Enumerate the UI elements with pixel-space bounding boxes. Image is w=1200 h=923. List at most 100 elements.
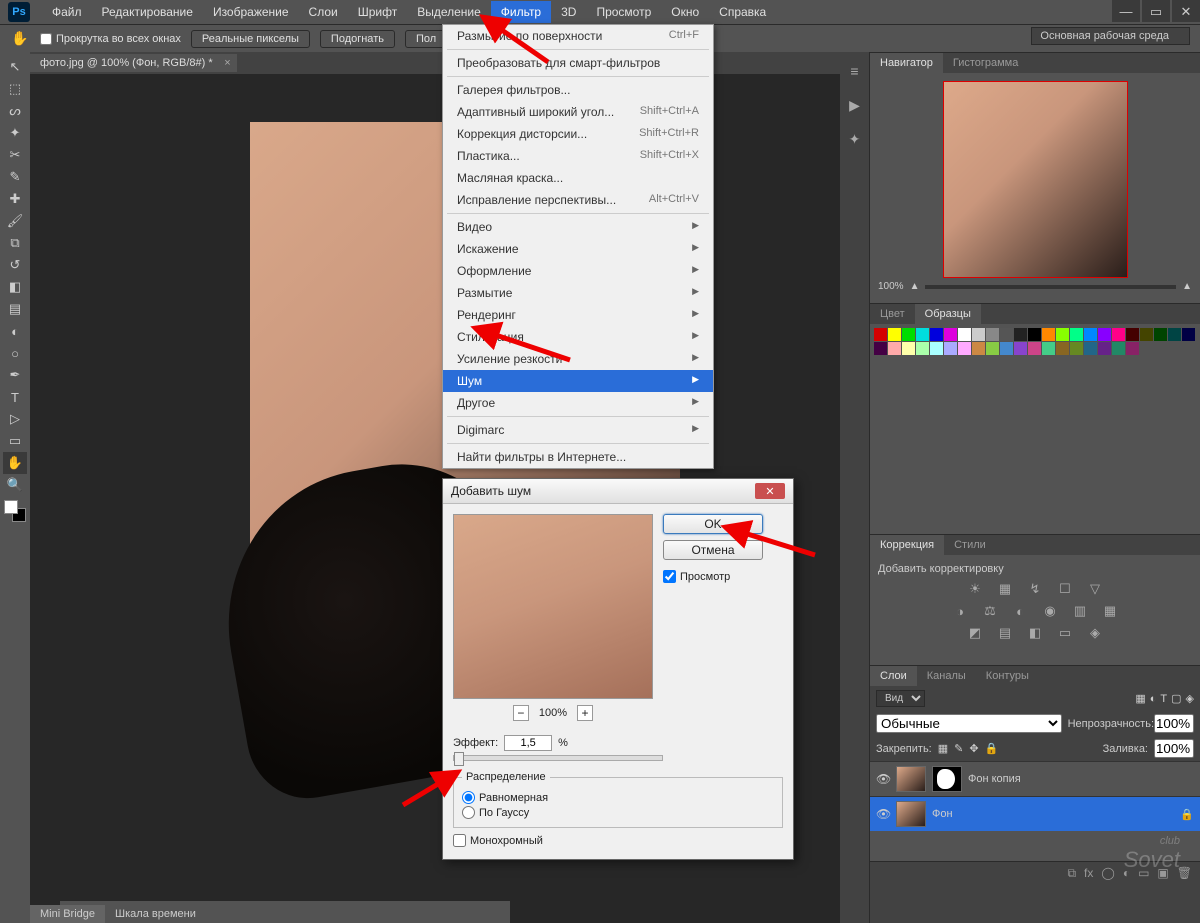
menu-выделение[interactable]: Выделение xyxy=(407,1,491,23)
menu-item[interactable]: Найти фильтры в Интернете... xyxy=(443,446,713,468)
filter-adj-icon[interactable]: ◐ xyxy=(1150,693,1157,705)
zoom-in-icon[interactable]: ▲ xyxy=(1182,281,1192,292)
blur-tool[interactable]: ◐ xyxy=(3,320,27,342)
menu-просмотр[interactable]: Просмотр xyxy=(586,1,661,23)
mixer-icon[interactable]: ▥ xyxy=(1070,603,1090,619)
menu-item[interactable]: Галерея фильтров... xyxy=(443,79,713,101)
lookup-icon[interactable]: ▦ xyxy=(1100,603,1120,619)
balance-icon[interactable]: ⚖ xyxy=(980,603,1000,619)
swatch[interactable] xyxy=(888,342,901,355)
swatch[interactable] xyxy=(1070,342,1083,355)
new-group-icon[interactable]: ▭ xyxy=(1138,866,1149,881)
threshold-icon[interactable]: ◧ xyxy=(1025,625,1045,641)
dodge-tool[interactable]: ○ xyxy=(3,342,27,364)
invert-icon[interactable]: ◩ xyxy=(965,625,985,641)
history-brush-tool[interactable]: ↺ xyxy=(3,254,27,276)
eyedropper-tool[interactable]: ✎ xyxy=(3,166,27,188)
swatch[interactable] xyxy=(972,342,985,355)
menu-item[interactable]: Размытие по поверхностиCtrl+F xyxy=(443,25,713,47)
opacity-input[interactable] xyxy=(1154,714,1194,733)
close-button[interactable]: ✕ xyxy=(1172,0,1200,22)
menu-item[interactable]: Исправление перспективы...Alt+Ctrl+V xyxy=(443,189,713,211)
levels-icon[interactable]: ▦ xyxy=(995,581,1015,597)
swatches-tab[interactable]: Образцы xyxy=(915,304,981,324)
menu-item[interactable]: Коррекция дисторсии...Shift+Ctrl+R xyxy=(443,123,713,145)
properties-icon[interactable]: ✦ xyxy=(846,130,864,148)
swatch[interactable] xyxy=(1168,328,1181,341)
lasso-tool[interactable]: ᔕ xyxy=(3,100,27,122)
menu-item[interactable]: Рендеринг▶ xyxy=(443,304,713,326)
swatch[interactable] xyxy=(1042,328,1055,341)
minimize-button[interactable]: — xyxy=(1112,0,1140,22)
layers-tab[interactable]: Слои xyxy=(870,666,917,686)
marquee-tool[interactable]: ⬚ xyxy=(3,78,27,100)
swatch[interactable] xyxy=(986,328,999,341)
menu-слои[interactable]: Слои xyxy=(299,1,348,23)
layer-item[interactable]: 👁 Фон копия xyxy=(870,761,1200,796)
maximize-button[interactable]: ▭ xyxy=(1142,0,1170,22)
swatch[interactable] xyxy=(930,328,943,341)
menu-item[interactable]: Размытие▶ xyxy=(443,282,713,304)
menu-item[interactable]: Преобразовать для смарт-фильтров xyxy=(443,52,713,74)
workspace-switcher[interactable]: Основная рабочая среда xyxy=(1031,27,1190,45)
navigator-tab[interactable]: Навигатор xyxy=(870,53,943,73)
swatch[interactable] xyxy=(1112,328,1125,341)
swatch[interactable] xyxy=(1140,328,1153,341)
history-icon[interactable]: ≡ xyxy=(846,62,864,80)
menu-файл[interactable]: Файл xyxy=(42,1,92,23)
swatch[interactable] xyxy=(1028,328,1041,341)
swatch[interactable] xyxy=(916,328,929,341)
menu-шрифт[interactable]: Шрифт xyxy=(348,1,407,23)
effect-slider[interactable] xyxy=(453,755,663,761)
swatch[interactable] xyxy=(1042,342,1055,355)
swatch[interactable] xyxy=(986,342,999,355)
hand-tool[interactable]: ✋ xyxy=(3,452,27,474)
swatch[interactable] xyxy=(874,342,887,355)
curves-icon[interactable]: ↯ xyxy=(1025,581,1045,597)
gradient-tool[interactable]: ▤ xyxy=(3,298,27,320)
fill-input[interactable] xyxy=(1154,739,1194,758)
zoom-out-button[interactable]: − xyxy=(513,705,529,721)
menu-item[interactable]: Усиление резкости▶ xyxy=(443,348,713,370)
menu-item[interactable]: Пластика...Shift+Ctrl+X xyxy=(443,145,713,167)
menu-редактирование[interactable]: Редактирование xyxy=(92,1,203,23)
swatch[interactable] xyxy=(1056,328,1069,341)
actual-pixels-button[interactable]: Реальные пикселы xyxy=(191,30,310,48)
wand-tool[interactable]: ✦ xyxy=(3,122,27,144)
selective-color-icon[interactable]: ◈ xyxy=(1085,625,1105,641)
color-tab[interactable]: Цвет xyxy=(870,304,915,324)
menu-item[interactable]: Шум▶ xyxy=(443,370,713,392)
ok-button[interactable]: OK xyxy=(663,514,763,534)
gaussian-radio[interactable]: По Гауссу xyxy=(462,806,774,819)
swatch[interactable] xyxy=(1182,328,1195,341)
visibility-icon[interactable]: 👁 xyxy=(876,807,890,821)
dialog-close-button[interactable]: ✕ xyxy=(755,483,785,499)
blend-mode-select[interactable]: Обычные xyxy=(876,714,1062,733)
swatch[interactable] xyxy=(944,342,957,355)
crop-tool[interactable]: ✂ xyxy=(3,144,27,166)
close-tab-icon[interactable]: × xyxy=(224,57,230,69)
filter-shape-icon[interactable]: ▢ xyxy=(1171,692,1181,705)
histogram-tab[interactable]: Гистограмма xyxy=(943,53,1029,73)
adjustments-tab[interactable]: Коррекция xyxy=(870,535,944,555)
menu-item[interactable]: Искажение▶ xyxy=(443,238,713,260)
brightness-icon[interactable]: ☀ xyxy=(965,581,985,597)
monochrome-checkbox[interactable]: Монохромный xyxy=(453,834,783,847)
menu-item[interactable]: Digimarc▶ xyxy=(443,419,713,441)
swatch[interactable] xyxy=(1014,328,1027,341)
navigator-preview[interactable] xyxy=(943,81,1128,278)
menu-фильтр[interactable]: Фильтр xyxy=(491,1,551,23)
timeline-tab[interactable]: Шкала времени xyxy=(105,905,206,923)
swatch[interactable] xyxy=(1154,328,1167,341)
dialog-preview-image[interactable] xyxy=(453,514,653,699)
swatch[interactable] xyxy=(1028,342,1041,355)
heal-tool[interactable]: ✚ xyxy=(3,188,27,210)
swatch[interactable] xyxy=(1084,328,1097,341)
zoom-tool[interactable]: 🔍 xyxy=(3,474,27,496)
menu-item[interactable]: Масляная краска... xyxy=(443,167,713,189)
swatch[interactable] xyxy=(874,328,887,341)
new-fill-icon[interactable]: ◐ xyxy=(1123,866,1130,881)
vibrance-icon[interactable]: ▽ xyxy=(1085,581,1105,597)
channels-tab[interactable]: Каналы xyxy=(917,666,976,686)
posterize-icon[interactable]: ▤ xyxy=(995,625,1015,641)
